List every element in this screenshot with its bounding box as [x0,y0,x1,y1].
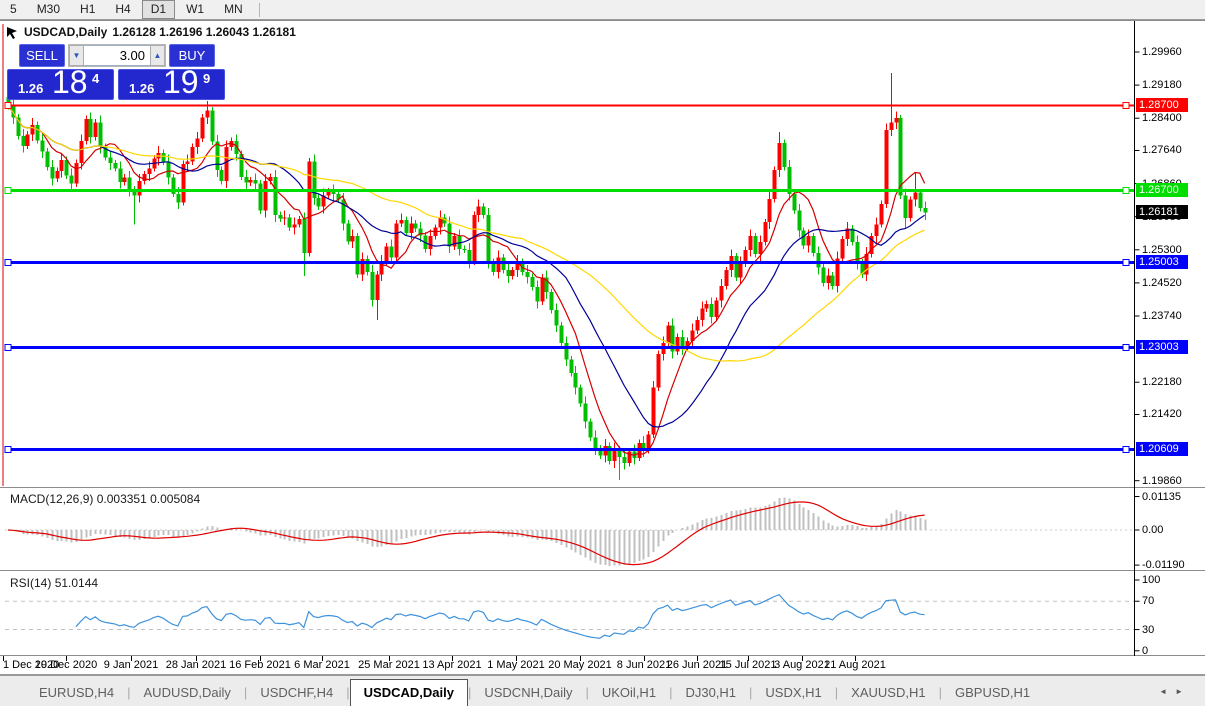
volume-increase-button[interactable]: ▲ [150,45,165,66]
date-axis-label: 26 Jun 2021 [667,659,728,671]
price-axis-label: 1.29960 [1142,46,1182,58]
price-chart-canvas[interactable] [0,0,1205,706]
price-axis-label: 1.24520 [1142,277,1182,289]
rsi-axis-label: 100 [1142,574,1160,586]
buy-price-button[interactable]: 1.26 19 9 [118,69,225,100]
trading-terminal-window: 5M30H1H4D1W1MN USDCAD,Daily 1.26128 1.26… [0,0,1205,706]
chart-tab-usdchf[interactable]: USDCHF,H4 [247,681,346,706]
sell-price-pipette: 4 [92,71,99,86]
price-axis-label: 1.27640 [1142,144,1182,156]
timeframe-toolbar: 5M30H1H4D1W1MN [0,0,1205,20]
price-axis-label: 1.25300 [1142,244,1182,256]
chart-tab-audusd[interactable]: AUDUSD,Daily [131,681,244,706]
date-axis-label: 1 May 2021 [487,659,544,671]
date-axis-label: 8 Jun 2021 [617,659,671,671]
macd-indicator-label: MACD(12,26,9) 0.003351 0.005084 [10,492,200,506]
sell-price-prefix: 1.26 [18,81,43,96]
rsi-axis-label: 30 [1142,624,1154,636]
buy-price-big: 19 [163,64,199,101]
timeframe-button-mn[interactable]: MN [215,0,252,19]
chart-tab-dj30[interactable]: DJ30,H1 [672,681,749,706]
sell-price-button[interactable]: 1.26 18 4 [7,69,114,100]
chart-tab-usdcnh[interactable]: USDCNH,Daily [471,681,585,706]
one-click-trade-panel: SELL ▼ ▲ BUY 1.26 18 4 1.26 19 9 [7,44,225,100]
price-axis-label: 1.29180 [1142,79,1182,91]
date-axis-label: 21 Aug 2021 [824,659,886,671]
macd-axis-label: 0.00 [1142,524,1163,536]
date-axis-label: 25 Mar 2021 [358,659,420,671]
chart-tab-xauusd[interactable]: XAUUSD,H1 [838,681,938,706]
chart-tab-bar: EURUSD,H4|AUDUSD,Daily|USDCHF,H4|USDCAD,… [0,675,1205,706]
chart-title-symbol: USDCAD,Daily [24,25,107,39]
level-price-badge: 1.28700 [1136,98,1188,112]
buy-price-prefix: 1.26 [129,81,154,96]
price-axis-label: 1.22180 [1142,376,1182,388]
rsi-indicator-label: RSI(14) 51.0144 [10,576,98,590]
timeframe-button-h4[interactable]: H4 [106,0,139,19]
price-axis-label: 1.28400 [1142,112,1182,124]
macd-axis-label: -0.01190 [1142,559,1185,571]
level-price-badge: 1.23003 [1136,340,1188,354]
chart-tab-usdcad[interactable]: USDCAD,Daily [350,679,468,706]
date-axis-label: 19 Dec 2020 [35,659,97,671]
timeframe-button-m30[interactable]: M30 [28,0,69,19]
date-axis-label: 28 Jan 2021 [166,659,227,671]
macd-axis-label: 0.01135 [1142,491,1181,503]
chart-title-ohlc: 1.26128 1.26196 1.26043 1.26181 [112,25,296,39]
timeframe-button-5[interactable]: 5 [1,0,26,19]
chart-title: USDCAD,Daily 1.26128 1.26196 1.26043 1.2… [6,25,296,39]
date-axis-label: 6 Mar 2021 [294,659,350,671]
chart-tab-usdx[interactable]: USDX,H1 [752,681,834,706]
volume-decrease-button[interactable]: ▼ [69,45,84,66]
date-axis-label: 9 Jan 2021 [104,659,158,671]
level-price-badge: 1.26700 [1136,183,1188,197]
rsi-axis-label: 70 [1142,595,1154,607]
date-axis-label: 3 Aug 2021 [774,659,830,671]
volume-input[interactable] [84,45,150,66]
level-price-badge: 1.25003 [1136,255,1188,269]
timeframe-button-w1[interactable]: W1 [177,0,213,19]
price-axis-label: 1.19860 [1142,475,1182,487]
date-axis-label: 16 Feb 2021 [229,659,291,671]
chart-tab-eurusd[interactable]: EURUSD,H4 [26,681,127,706]
toolbar-separator [259,3,260,17]
date-axis-label: 20 May 2021 [548,659,612,671]
rsi-axis-label: 0 [1142,645,1148,657]
sell-price-big: 18 [52,64,88,101]
price-axis-label: 1.21420 [1142,408,1182,420]
chart-tab-gbpusd[interactable]: GBPUSD,H1 [942,681,1043,706]
chart-tab-ukoil[interactable]: UKOil,H1 [589,681,669,706]
price-axis-label: 1.23740 [1142,310,1182,322]
tab-scroll-arrows: ◄► [1159,687,1191,696]
level-price-badge: 1.20609 [1136,442,1188,456]
current-price-badge: 1.26181 [1136,205,1188,219]
timeframe-button-h1[interactable]: H1 [71,0,104,19]
timeframe-button-d1[interactable]: D1 [142,0,175,19]
tab-scroll-left-icon[interactable]: ◄ [1159,687,1175,696]
tab-scroll-right-icon[interactable]: ► [1175,687,1191,696]
chart-symbol-icon [6,26,19,39]
date-axis-label: 15 Jul 2021 [720,659,777,671]
date-axis-label: 13 Apr 2021 [422,659,481,671]
buy-price-pipette: 9 [203,71,210,86]
